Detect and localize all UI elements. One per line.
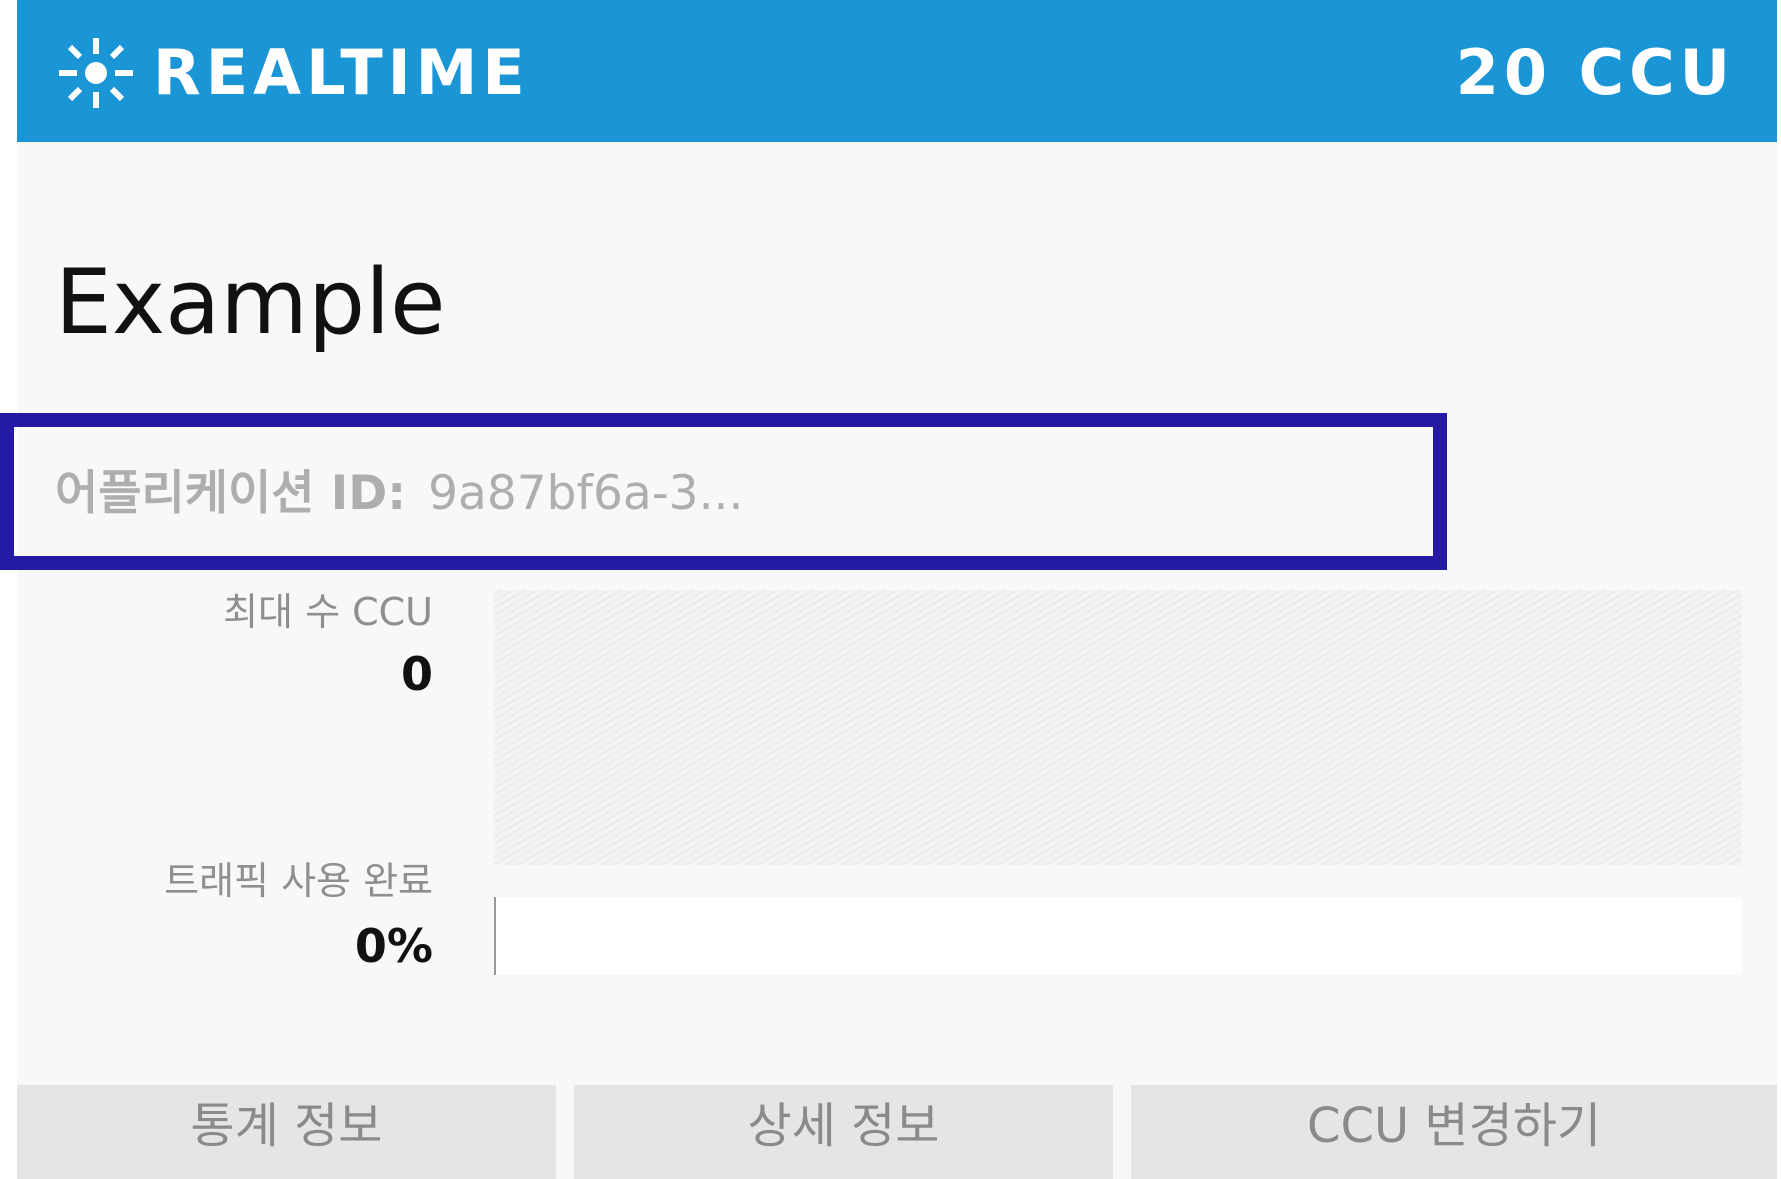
card-header: REALTIME 20 CCU [17, 0, 1777, 142]
ccu-chart [494, 590, 1742, 865]
traffic-progress-bar [494, 897, 1742, 975]
traffic-value: 0% [354, 919, 433, 973]
ccu-plan-label: 20 CCU [1455, 36, 1735, 109]
app-card: REALTIME 20 CCU Example 어플리케이션 ID: 9a87bf… [0, 0, 1777, 1179]
stats-button[interactable]: 통계 정보 [17, 1085, 556, 1179]
change-ccu-button[interactable]: CCU 변경하기 [1131, 1085, 1777, 1179]
brand-name: REALTIME [153, 36, 530, 109]
traffic-label: 트래픽 사용 완료 [164, 859, 433, 903]
sparkle-icon [57, 34, 135, 112]
app-id-value[interactable]: 9a87bf6a-3... [428, 466, 743, 521]
app-id-label: 어플리케이션 ID: [55, 466, 407, 521]
max-ccu-label: 최대 수 CCU [223, 590, 433, 634]
max-ccu-value: 0 [400, 647, 433, 701]
app-title: Example [55, 250, 446, 355]
traffic-progress-fill [494, 897, 496, 975]
details-button[interactable]: 상세 정보 [574, 1085, 1113, 1179]
app-id-row: 어플리케이션 ID: 9a87bf6a-3... [55, 464, 743, 524]
